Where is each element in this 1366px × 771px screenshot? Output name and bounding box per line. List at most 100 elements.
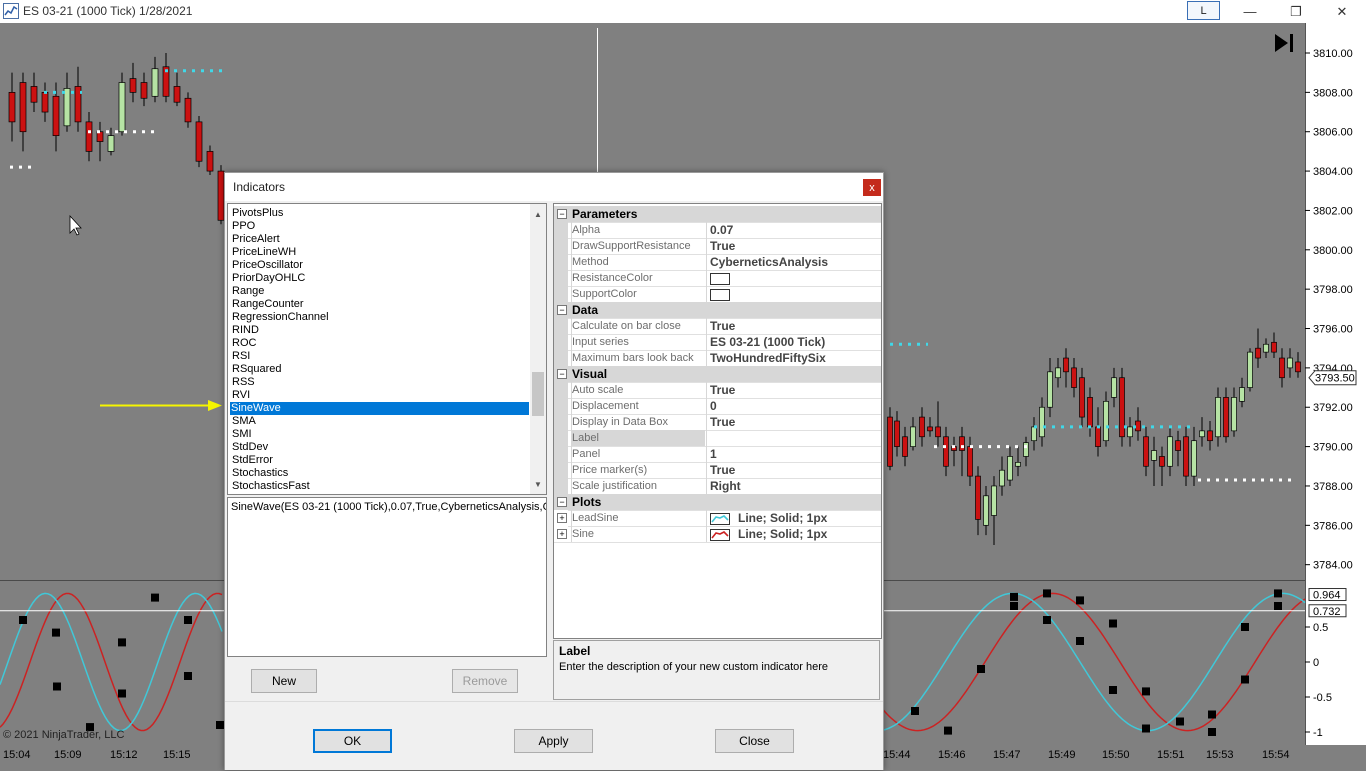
indicator-list-item[interactable]: RIND: [231, 324, 528, 337]
property-value[interactable]: 0.07: [706, 222, 880, 238]
indicator-list-item[interactable]: RangeCounter: [231, 298, 528, 311]
property-row[interactable]: Label: [554, 430, 881, 447]
scroll-up-icon[interactable]: ▲: [530, 206, 546, 222]
remove-button[interactable]: Remove: [452, 669, 518, 693]
indicator-list-item[interactable]: PivotsPlus: [231, 207, 528, 220]
candle-body: [1135, 420, 1141, 432]
expand-icon[interactable]: +: [557, 513, 567, 523]
indicator-list-item[interactable]: Range: [231, 285, 528, 298]
property-value[interactable]: Right: [706, 478, 880, 494]
property-row[interactable]: Price marker(s) True: [554, 462, 881, 479]
category-plots[interactable]: − Plots: [554, 494, 881, 511]
indicator-list-scrollbar[interactable]: ▲ ▼: [530, 204, 546, 494]
indicator-list-item[interactable]: StdError: [231, 454, 528, 467]
property-value[interactable]: 0: [706, 398, 880, 414]
property-row[interactable]: Input series ES 03-21 (1000 Tick): [554, 334, 881, 351]
property-row[interactable]: Scale justification Right: [554, 478, 881, 495]
indicator-list-item[interactable]: PriceLineWH: [231, 246, 528, 259]
property-value[interactable]: Line; Solid; 1px: [706, 526, 880, 542]
property-row[interactable]: Maximum bars look back TwoHundredFiftySix: [554, 350, 881, 367]
category-visual[interactable]: − Visual: [554, 366, 881, 383]
osc-marker: [1142, 724, 1150, 733]
property-row[interactable]: Displacement 0: [554, 398, 881, 415]
indicator-list-item[interactable]: RSS: [231, 376, 528, 389]
property-row[interactable]: Auto scale True: [554, 382, 881, 399]
property-value[interactable]: True: [706, 414, 880, 430]
indicator-list-item[interactable]: PPO: [231, 220, 528, 233]
property-value[interactable]: True: [706, 382, 880, 398]
indicator-expression: SineWave(ES 03-21 (1000 Tick),0.07,True,…: [231, 501, 547, 513]
category-data[interactable]: − Data: [554, 302, 881, 319]
collapse-icon[interactable]: −: [557, 305, 567, 315]
candle-body: [1079, 377, 1085, 418]
osc-marker: [118, 638, 126, 647]
property-row[interactable]: DrawSupportResistance True: [554, 238, 881, 255]
price-tick-label: 3790.00: [1313, 442, 1353, 454]
expand-icon[interactable]: +: [557, 529, 567, 539]
dialog-close-button[interactable]: x: [863, 179, 881, 196]
property-value[interactable]: TwoHundredFiftySix: [706, 350, 880, 366]
property-value[interactable]: True: [706, 238, 880, 254]
restore-button[interactable]: ❐: [1273, 0, 1319, 23]
candle-body: [1087, 397, 1093, 428]
indicator-list-item[interactable]: PriceOscillator: [231, 259, 528, 272]
ok-button[interactable]: OK: [313, 729, 392, 753]
indicator-list-item[interactable]: RSI: [231, 350, 528, 363]
close-dialog-button[interactable]: Close: [715, 729, 794, 753]
indicator-list[interactable]: PivotsPlus PPO PriceAlert PriceLineWH PriceO…: [227, 203, 547, 495]
indicator-list-item[interactable]: ROC: [231, 337, 528, 350]
price-tick-label: 3788.00: [1313, 481, 1353, 493]
property-row[interactable]: Panel 1: [554, 446, 881, 463]
property-value[interactable]: True: [706, 462, 880, 478]
property-row[interactable]: + LeadSine Line; Solid; 1px: [554, 510, 881, 527]
indicator-list-item[interactable]: StdDev: [231, 441, 528, 454]
indicator-list-item[interactable]: RegressionChannel: [231, 311, 528, 324]
close-window-button[interactable]: ✕: [1319, 0, 1365, 23]
indicator-list-item[interactable]: PriceAlert: [231, 233, 528, 246]
collapse-icon[interactable]: −: [557, 369, 567, 379]
property-row[interactable]: SupportColor: [554, 286, 881, 303]
property-grid[interactable]: − Parameters Alpha 0.07 DrawSupportResistanc…: [553, 203, 882, 639]
property-row[interactable]: Calculate on bar close True: [554, 318, 881, 335]
minimize-button[interactable]: —: [1227, 0, 1273, 23]
property-row[interactable]: + Sine Line; Solid; 1px: [554, 526, 881, 543]
indicator-list-item[interactable]: SMA: [231, 415, 528, 428]
link-button[interactable]: L: [1187, 1, 1220, 20]
indicator-list-item[interactable]: Stochastics: [231, 467, 528, 480]
property-row[interactable]: Method CyberneticsAnalysis: [554, 254, 881, 271]
indicator-list-item[interactable]: RSquared: [231, 363, 528, 376]
price-tick-label: 3796.00: [1313, 324, 1353, 336]
indicator-list-item[interactable]: RVI: [231, 389, 528, 402]
property-value[interactable]: True: [706, 318, 880, 334]
property-value-text: 0: [710, 399, 717, 413]
collapse-icon[interactable]: −: [557, 209, 567, 219]
property-value-text: Right: [710, 479, 741, 493]
osc-marker: [1176, 717, 1184, 726]
collapse-icon[interactable]: −: [557, 497, 567, 507]
apply-button[interactable]: Apply: [514, 729, 593, 753]
property-value[interactable]: [706, 286, 880, 302]
property-value[interactable]: [706, 270, 880, 286]
indicator-list-item[interactable]: PriorDayOHLC: [231, 272, 528, 285]
property-name: Price marker(s): [571, 462, 705, 478]
candle-body: [991, 485, 997, 516]
property-value[interactable]: ES 03-21 (1000 Tick): [706, 334, 880, 350]
row-margin: [554, 382, 568, 398]
property-row[interactable]: Alpha 0.07: [554, 222, 881, 239]
candle-body: [1015, 461, 1021, 467]
indicator-list-item[interactable]: StochasticsFast: [231, 480, 528, 493]
property-value[interactable]: Line; Solid; 1px: [706, 510, 880, 526]
property-row[interactable]: ResistanceColor: [554, 270, 881, 287]
property-value[interactable]: CyberneticsAnalysis: [706, 254, 880, 270]
scroll-down-icon[interactable]: ▼: [530, 476, 546, 492]
scroll-thumb[interactable]: [532, 372, 544, 416]
property-name: Panel: [571, 446, 705, 462]
indicator-list-item[interactable]: SineWave: [230, 402, 529, 415]
property-value[interactable]: 1: [706, 446, 880, 462]
property-row[interactable]: Display in Data Box True: [554, 414, 881, 431]
property-value[interactable]: [706, 430, 880, 446]
row-margin: [554, 462, 568, 478]
indicator-list-item[interactable]: SMI: [231, 428, 528, 441]
new-button[interactable]: New: [251, 669, 317, 693]
category-parameters[interactable]: − Parameters: [554, 206, 881, 223]
